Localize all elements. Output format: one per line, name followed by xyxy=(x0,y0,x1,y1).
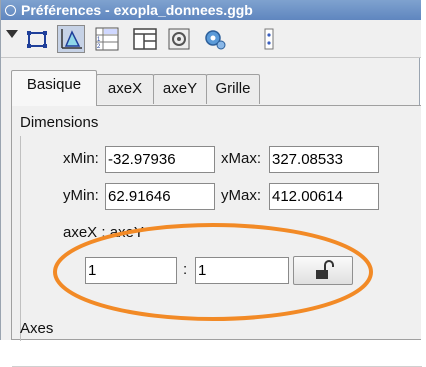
tab-basique[interactable]: Basique xyxy=(11,70,97,106)
preferences-window: Préférences - exopla_donnees.ggb 1 2 Bas… xyxy=(0,0,422,367)
highlight-annotation xyxy=(53,223,373,321)
orange-ellipse-annotation xyxy=(53,223,373,321)
